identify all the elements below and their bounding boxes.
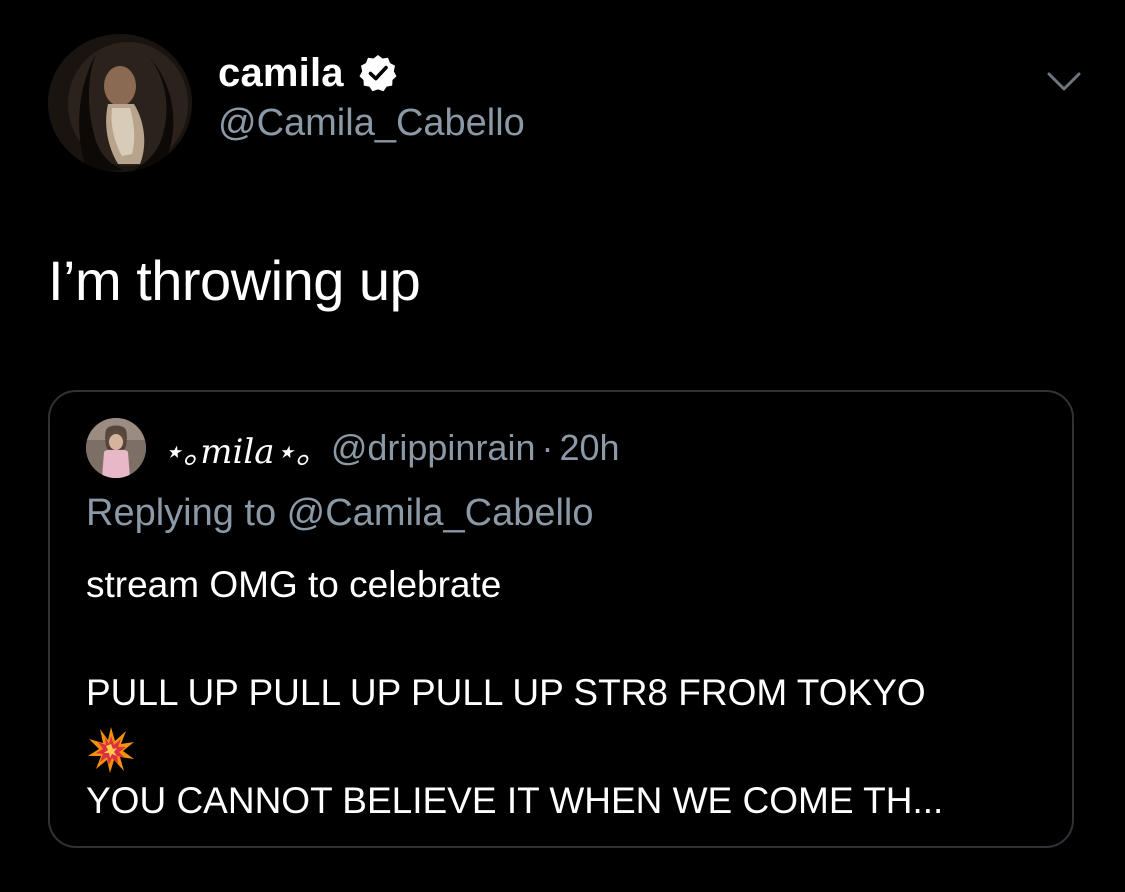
tweet-text: I’m throwing up — [48, 249, 421, 312]
quoted-tweet-card[interactable]: ⋆｡𝑚𝑖𝑙𝑎⋆｡ @drippinrain · 20h Replying to … — [48, 390, 1074, 848]
verified-badge-icon — [358, 53, 398, 93]
quoted-tweet-text: stream OMG to celebrate PULL UP PULL UP … — [86, 558, 943, 828]
display-name-row: camila — [218, 50, 525, 96]
collision-icon — [86, 725, 136, 775]
quoted-author-handle[interactable]: @drippinrain — [331, 427, 536, 469]
chevron-down-icon[interactable] — [1046, 64, 1082, 100]
quoted-tweet-separator: · — [541, 427, 554, 468]
tweet: camila @Camila_Cabello I’m throwing up ⋆… — [0, 0, 1125, 892]
quoted-avatar-image — [86, 418, 146, 478]
author-handle[interactable]: @Camila_Cabello — [218, 102, 525, 145]
author-display-name[interactable]: camila — [218, 51, 344, 96]
quoted-tweet-header: ⋆｡𝑚𝑖𝑙𝑎⋆｡ @drippinrain · 20h — [86, 418, 620, 478]
replying-to-label: Replying to @Camila_Cabello — [86, 492, 594, 534]
author-info: camila @Camila_Cabello — [218, 50, 525, 145]
quoted-tweet-line: PULL UP PULL UP PULL UP STR8 FROM TOKYO — [86, 672, 926, 713]
quoted-tweet-time[interactable]: 20h — [559, 427, 619, 469]
quoted-tweet-blank-line — [86, 612, 943, 666]
quoted-author-display-name[interactable]: ⋆｡𝑚𝑖𝑙𝑎⋆｡ — [162, 424, 313, 473]
quoted-tweet-emoji-line — [86, 720, 943, 774]
quoted-tweet-line: YOU CANNOT BELIEVE IT WHEN WE COME TH... — [86, 780, 944, 821]
avatar-image — [48, 34, 192, 172]
author-avatar[interactable] — [48, 34, 192, 172]
quoted-tweet-line: stream OMG to celebrate — [86, 564, 502, 605]
quoted-author-avatar[interactable] — [86, 418, 146, 478]
